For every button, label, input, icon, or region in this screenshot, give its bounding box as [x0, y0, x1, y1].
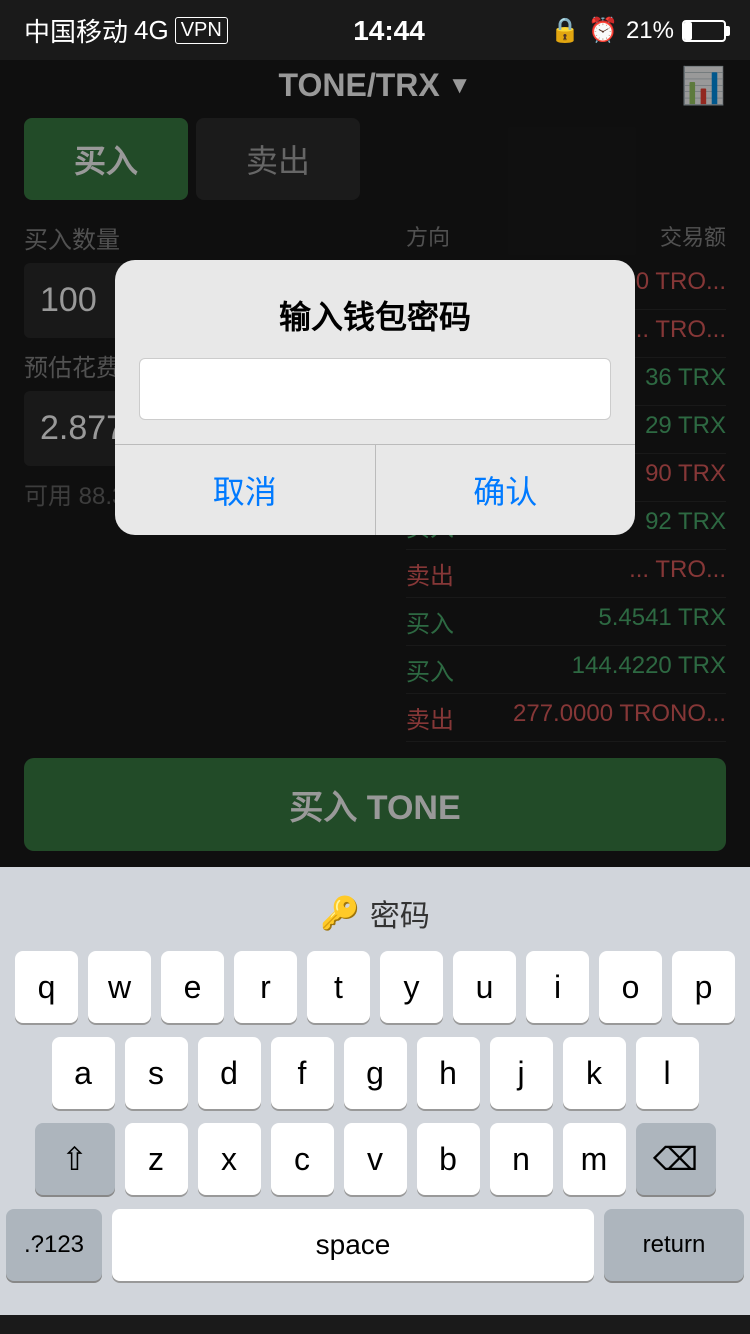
- key-u[interactable]: u: [453, 951, 516, 1023]
- keyboard-area: 🔑 密码 q w e r t y u i o p a s d f g h j k…: [0, 867, 750, 1315]
- key-x[interactable]: x: [198, 1123, 261, 1195]
- key-o[interactable]: o: [599, 951, 662, 1023]
- battery-icon: [682, 20, 726, 42]
- alarm-icon: ⏰: [588, 16, 618, 45]
- numbers-key[interactable]: .?123: [6, 1209, 102, 1281]
- vpn-indicator: VPN: [175, 17, 228, 44]
- keyboard-row-2: a s d f g h j k l: [0, 1037, 750, 1109]
- key-icon: 🔑: [320, 894, 360, 932]
- key-p[interactable]: p: [672, 951, 735, 1023]
- lock-icon: 🔒: [550, 16, 580, 45]
- key-w[interactable]: w: [88, 951, 151, 1023]
- key-j[interactable]: j: [490, 1037, 553, 1109]
- cancel-button[interactable]: 取消: [115, 445, 376, 535]
- status-time: 14:44: [353, 15, 425, 47]
- password-input[interactable]: [139, 358, 611, 420]
- key-y[interactable]: y: [380, 951, 443, 1023]
- dialog-buttons: 取消 确认: [115, 444, 635, 535]
- key-g[interactable]: g: [344, 1037, 407, 1109]
- key-s[interactable]: s: [125, 1037, 188, 1109]
- key-v[interactable]: v: [344, 1123, 407, 1195]
- status-left: 中国移动 4G VPN: [24, 12, 228, 49]
- delete-key[interactable]: ⌫: [636, 1123, 716, 1195]
- dialog-title: 输入钱包密码: [115, 260, 635, 358]
- key-k[interactable]: k: [563, 1037, 626, 1109]
- keyboard-hint: 🔑 密码: [0, 877, 750, 951]
- battery-percent: 21%: [626, 17, 674, 45]
- network-type: 4G: [134, 15, 169, 46]
- key-l[interactable]: l: [636, 1037, 699, 1109]
- key-t[interactable]: t: [307, 951, 370, 1023]
- key-e[interactable]: e: [161, 951, 224, 1023]
- confirm-button[interactable]: 确认: [376, 445, 636, 535]
- dialog-input-wrap: [115, 358, 635, 444]
- carrier: 中国移动: [24, 12, 128, 49]
- keyboard-hint-text: 密码: [370, 891, 430, 935]
- key-q[interactable]: q: [15, 951, 78, 1023]
- key-n[interactable]: n: [490, 1123, 553, 1195]
- dialog-overlay: 输入钱包密码 取消 确认: [0, 60, 750, 867]
- space-key[interactable]: space: [112, 1209, 594, 1281]
- keyboard-row-4: .?123 space return: [0, 1209, 750, 1281]
- key-m[interactable]: m: [563, 1123, 626, 1195]
- key-i[interactable]: i: [526, 951, 589, 1023]
- status-right: 🔒 ⏰ 21%: [550, 16, 726, 45]
- shift-key[interactable]: ⇧: [35, 1123, 115, 1195]
- password-dialog: 输入钱包密码 取消 确认: [115, 260, 635, 535]
- key-b[interactable]: b: [417, 1123, 480, 1195]
- keyboard-row-3: ⇧ z x c v b n m ⌫: [0, 1123, 750, 1195]
- status-bar: 中国移动 4G VPN 14:44 🔒 ⏰ 21%: [0, 0, 750, 57]
- key-a[interactable]: a: [52, 1037, 115, 1109]
- key-d[interactable]: d: [198, 1037, 261, 1109]
- key-c[interactable]: c: [271, 1123, 334, 1195]
- key-z[interactable]: z: [125, 1123, 188, 1195]
- keyboard-row-1: q w e r t y u i o p: [0, 951, 750, 1023]
- return-key[interactable]: return: [604, 1209, 744, 1281]
- key-r[interactable]: r: [234, 951, 297, 1023]
- key-h[interactable]: h: [417, 1037, 480, 1109]
- key-f[interactable]: f: [271, 1037, 334, 1109]
